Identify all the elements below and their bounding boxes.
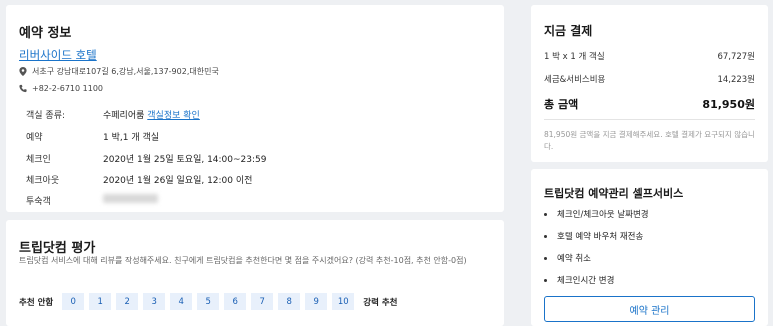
booking-title: 예약 정보 (19, 26, 72, 41)
reservation-key: 예약 (26, 133, 43, 143)
phone-row: +82-2-6710 1100 (19, 84, 103, 93)
score-9-button[interactable]: 9 (305, 293, 328, 310)
service-item-change-dates[interactable]: 체크인/체크아웃 날짜변경 (544, 208, 649, 220)
room-charge-label: 1 박 x 1 개 객실 (544, 52, 605, 62)
score-10-button[interactable]: 10 (332, 293, 355, 310)
guest-key: 투숙객 (26, 197, 51, 207)
room-type-key: 객실 종류: (26, 111, 66, 121)
bullet-icon (544, 256, 547, 260)
payment-title: 지금 결제 (544, 24, 593, 38)
guest-row: 투숙객 (26, 194, 158, 207)
tax-amount: 14,223원 (717, 75, 755, 85)
hotel-phone: +82-2-6710 1100 (32, 84, 104, 93)
payment-divider (544, 119, 755, 120)
score-7-button[interactable]: 7 (251, 293, 274, 310)
bullet-icon (544, 234, 547, 238)
checkin-row: 체크인 2020년 1월 25일 토요일, 14:00~23:59 (26, 152, 266, 165)
reservation-value: 1 박,1 개 객실 (103, 133, 160, 143)
bullet-icon (544, 278, 547, 282)
rating-description: 트립닷컴 서비스에 대해 리뷰를 작성해주세요. 친구에게 트립닷컴을 추천한다… (19, 256, 467, 265)
scale-high-label: 강력 추천 (363, 297, 398, 308)
manage-booking-button[interactable]: 예약 관리 (544, 296, 755, 322)
scale-low-label: 추천 안함 (19, 297, 54, 308)
score-0-button[interactable]: 0 (62, 293, 85, 310)
checkout-row: 체크아웃 2020년 1월 26일 일요일, 12:00 이전 (26, 173, 252, 186)
total-amount: 81,950원 (702, 98, 755, 111)
service-item-resend-voucher[interactable]: 호텔 예약 바우처 재전송 (544, 230, 643, 242)
score-6-button[interactable]: 6 (224, 293, 247, 310)
room-info-link[interactable]: 객실정보 확인 (147, 111, 200, 121)
score-5-button[interactable]: 5 (197, 293, 220, 310)
service-item-checkin-time[interactable]: 체크인시간 변경 (544, 274, 614, 286)
checkin-key: 체크인 (26, 155, 51, 165)
guest-name-redacted (103, 194, 158, 207)
payment-card: 지금 결제 1 박 x 1 개 객실 67,727원 세금&서비스비용 14,2… (531, 5, 768, 162)
tax-row: 세금&서비스비용 14,223원 (544, 73, 755, 85)
bullet-icon (544, 212, 547, 216)
hotel-address: 서초구 강남대로107길 6,강남,서울,137-902,대한민국 (32, 67, 219, 76)
phone-icon (19, 84, 27, 93)
score-2-button[interactable]: 2 (116, 293, 139, 310)
checkout-key: 체크아웃 (26, 176, 60, 186)
rating-title: 트립닷컴 평가 (19, 241, 96, 256)
score-1-button[interactable]: 1 (89, 293, 112, 310)
rating-card: 트립닷컴 평가 트립닷컴 서비스에 대해 리뷰를 작성해주세요. 친구에게 트립… (6, 220, 504, 326)
nps-scale: 추천 안함 0 1 2 3 4 5 6 7 8 9 10 강력 추천 (19, 293, 398, 310)
address-row: 서초구 강남대로107길 6,강남,서울,137-902,대한민국 (19, 66, 219, 77)
tax-label: 세금&서비스비용 (544, 75, 606, 85)
hotel-name-link[interactable]: 리버사이드 호텔 (19, 47, 97, 63)
checkin-value: 2020년 1월 25일 토요일, 14:00~23:59 (103, 155, 267, 165)
room-type-row: 객실 종류: 수페리어룸 객실정보 확인 (26, 108, 200, 121)
manage-card: 트립닷컴 예약관리 셀프서비스 체크인/체크아웃 날짜변경 호텔 예약 바우처 … (531, 169, 768, 326)
room-type-value: 수페리어룸 객실정보 확인 (103, 111, 200, 121)
checkout-value: 2020년 1월 26일 일요일, 12:00 이전 (103, 176, 253, 186)
location-pin-icon (19, 67, 27, 76)
payment-note: 81,950원 금액을 지금 결제해주세요. 호텔 결제가 요구되지 않습니다. (544, 130, 755, 151)
total-label: 총 금액 (544, 98, 579, 111)
score-8-button[interactable]: 8 (278, 293, 301, 310)
reservation-row: 예약 1 박,1 개 객실 (26, 130, 159, 143)
score-4-button[interactable]: 4 (170, 293, 193, 310)
service-item-cancel[interactable]: 예약 취소 (544, 252, 591, 264)
room-charge-amount: 67,727원 (717, 52, 755, 62)
manage-title: 트립닷컴 예약관리 셀프서비스 (544, 187, 684, 200)
total-row: 총 금액 81,950원 (544, 96, 755, 112)
room-charge-row: 1 박 x 1 개 객실 67,727원 (544, 50, 755, 62)
score-3-button[interactable]: 3 (143, 293, 166, 310)
booking-info-card: 예약 정보 리버사이드 호텔 서초구 강남대로107길 6,강남,서울,137-… (6, 5, 504, 212)
